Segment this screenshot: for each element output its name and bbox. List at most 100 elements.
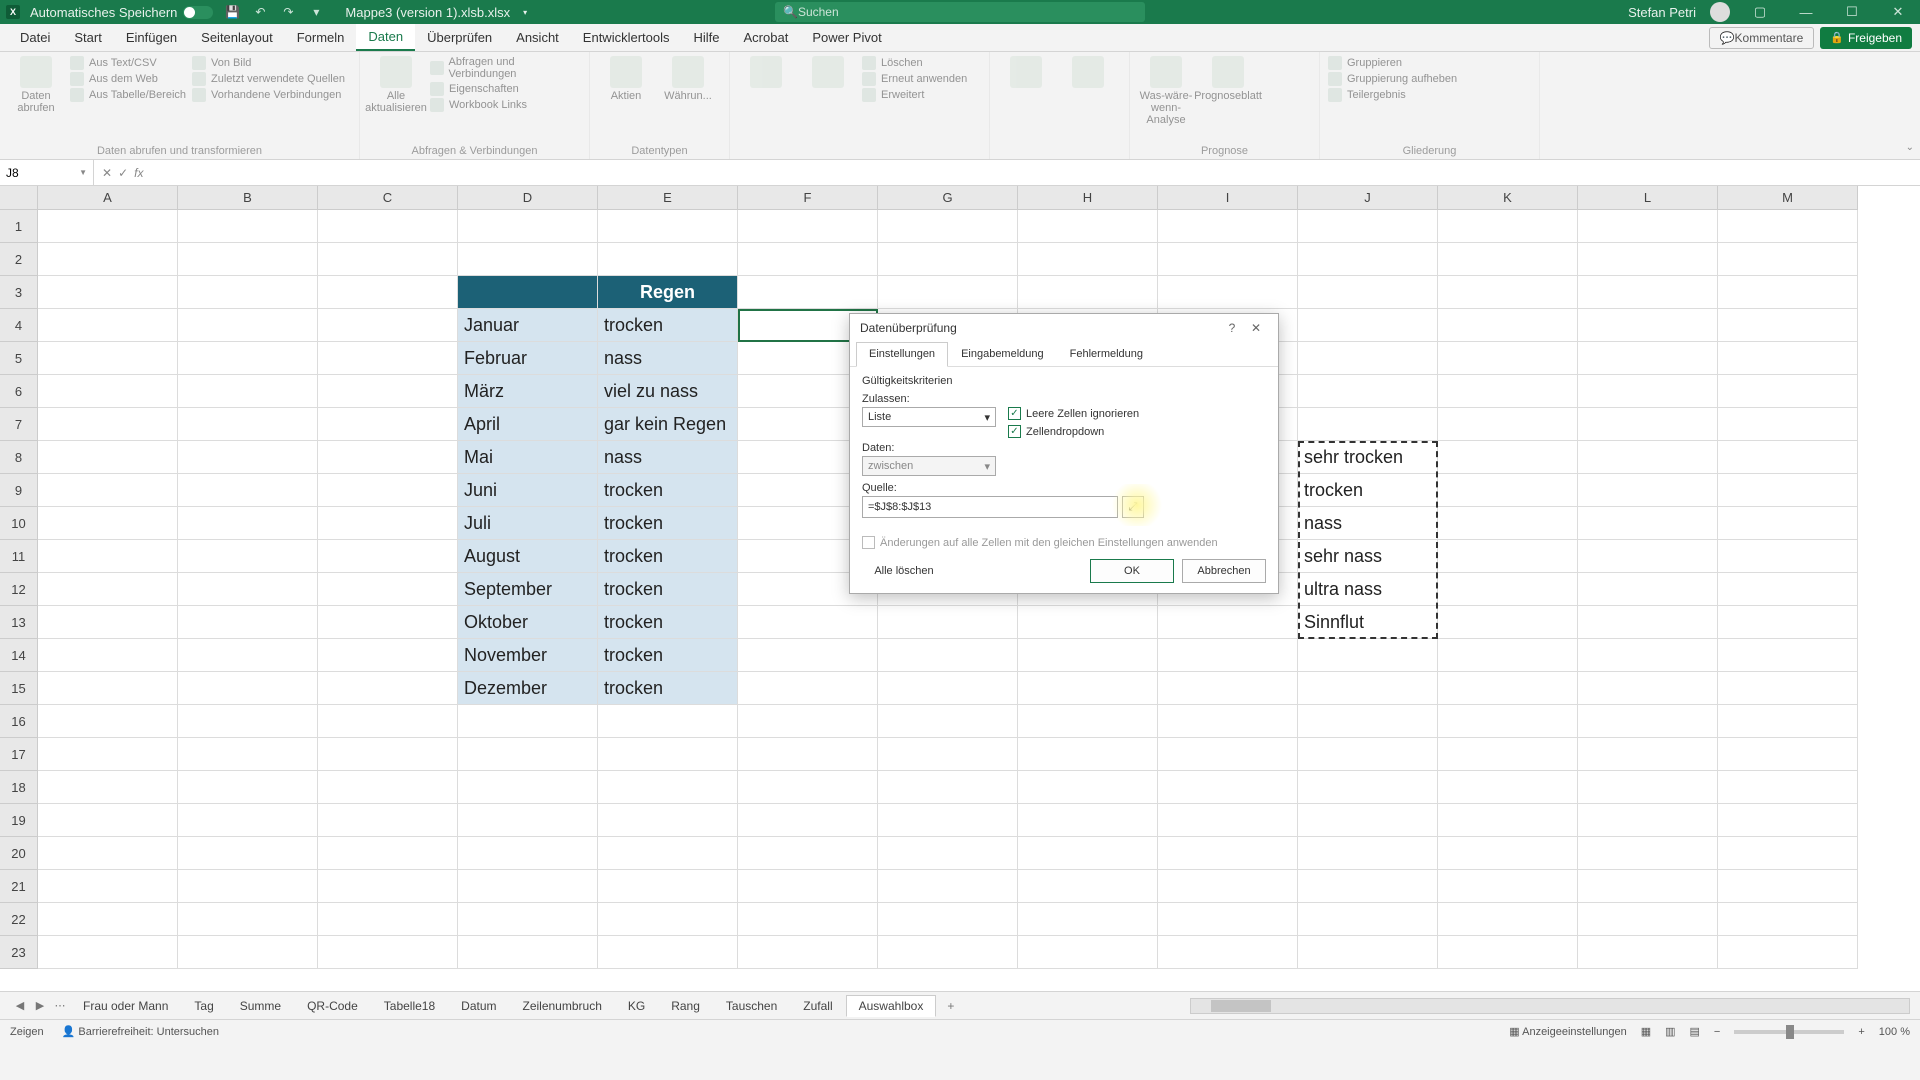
ribbon-item[interactable]: Workbook Links [430,98,581,112]
cell[interactable] [878,936,1018,969]
cell[interactable] [1438,276,1578,309]
cell[interactable] [1578,804,1718,837]
zoom-out-icon[interactable]: − [1714,1026,1720,1038]
cell[interactable] [1018,639,1158,672]
cell-dropdown-checkbox[interactable]: Zellendropdown [1008,425,1139,438]
cell[interactable] [598,243,738,276]
row-header[interactable]: 17 [0,738,38,771]
cell[interactable]: September [458,573,598,606]
column-header[interactable]: A [38,186,178,210]
cell[interactable] [1158,705,1298,738]
forecast-button[interactable]: Prognoseblatt [1200,56,1256,102]
cell[interactable] [318,375,458,408]
cell[interactable] [1158,639,1298,672]
cell[interactable] [1298,639,1438,672]
close-icon[interactable]: ✕ [1882,4,1914,20]
autosave-toggle[interactable]: Automatisches Speichern [30,5,213,20]
fx-icon[interactable]: fx [134,166,143,180]
cell[interactable] [1578,936,1718,969]
cell[interactable] [1438,540,1578,573]
toggle-off-icon[interactable] [183,6,213,19]
cell[interactable] [878,210,1018,243]
data-validation-button[interactable] [1060,56,1116,90]
cell[interactable] [178,243,318,276]
cell[interactable] [738,771,878,804]
cell[interactable] [1718,936,1858,969]
maximize-icon[interactable]: ☐ [1836,4,1868,20]
ribbon-tab-einfügen[interactable]: Einfügen [114,24,189,51]
row-header[interactable]: 15 [0,672,38,705]
column-header[interactable]: B [178,186,318,210]
row-header[interactable]: 5 [0,342,38,375]
source-input[interactable]: =$J$8:$J$13 [862,496,1118,518]
cell[interactable] [1578,243,1718,276]
cell[interactable] [318,540,458,573]
cell[interactable] [1438,771,1578,804]
cell[interactable] [1578,474,1718,507]
cell[interactable] [598,804,738,837]
column-header[interactable]: H [1018,186,1158,210]
cell[interactable]: trocken [598,573,738,606]
cell[interactable] [1578,738,1718,771]
cell[interactable] [1018,672,1158,705]
cell[interactable] [38,606,178,639]
row-header[interactable]: 11 [0,540,38,573]
cell[interactable] [878,243,1018,276]
formula-input[interactable] [151,160,1920,185]
cell[interactable] [598,936,738,969]
cell[interactable] [318,837,458,870]
cell[interactable] [178,837,318,870]
cell[interactable] [38,639,178,672]
refresh-all-button[interactable]: Alle aktualisieren [368,56,424,114]
cell[interactable] [1438,672,1578,705]
cell[interactable] [458,276,598,309]
cell[interactable] [1158,276,1298,309]
cell[interactable] [1438,474,1578,507]
cell[interactable] [1298,243,1438,276]
cell[interactable]: gar kein Regen [598,408,738,441]
search-input[interactable]: 🔍 Suchen [775,2,1145,22]
cell[interactable] [1578,309,1718,342]
cell[interactable] [738,672,878,705]
cell[interactable] [1018,936,1158,969]
dialog-tab[interactable]: Fehlermeldung [1057,342,1156,366]
save-icon[interactable]: 💾 [223,3,241,21]
column-header[interactable]: K [1438,186,1578,210]
cell[interactable]: trocken [598,639,738,672]
cell[interactable] [1718,639,1858,672]
sheet-tab[interactable]: Zeilenumbruch [510,995,615,1017]
zoom-value[interactable]: 100 % [1879,1026,1910,1038]
column-header[interactable]: M [1718,186,1858,210]
cell[interactable] [1438,210,1578,243]
cell[interactable] [178,441,318,474]
cell[interactable] [1718,804,1858,837]
cell[interactable] [1018,804,1158,837]
cell[interactable] [1718,738,1858,771]
cell[interactable] [318,441,458,474]
column-header[interactable]: D [458,186,598,210]
currency-button[interactable]: Währun... [660,56,716,102]
cell[interactable] [1718,540,1858,573]
stocks-button[interactable]: Aktien [598,56,654,102]
ribbon-item[interactable]: Erweitert [862,88,967,102]
ribbon-tab-power pivot[interactable]: Power Pivot [800,24,893,51]
cell[interactable] [1438,573,1578,606]
cell[interactable] [458,738,598,771]
cell[interactable]: nass [598,342,738,375]
cell[interactable] [38,243,178,276]
cell[interactable] [1298,804,1438,837]
cell[interactable] [1298,936,1438,969]
row-header[interactable]: 14 [0,639,38,672]
cell[interactable] [1158,672,1298,705]
select-all-button[interactable] [0,186,38,210]
sheet-tab[interactable]: KG [615,995,658,1017]
dialog-tab[interactable]: Eingabemeldung [948,342,1057,366]
cell[interactable] [878,672,1018,705]
column-header[interactable]: F [738,186,878,210]
cell[interactable] [878,870,1018,903]
chevron-down-icon[interactable]: ▼ [79,168,87,177]
cell[interactable] [38,573,178,606]
row-header[interactable]: 12 [0,573,38,606]
row-header[interactable]: 3 [0,276,38,309]
cell[interactable] [1718,408,1858,441]
